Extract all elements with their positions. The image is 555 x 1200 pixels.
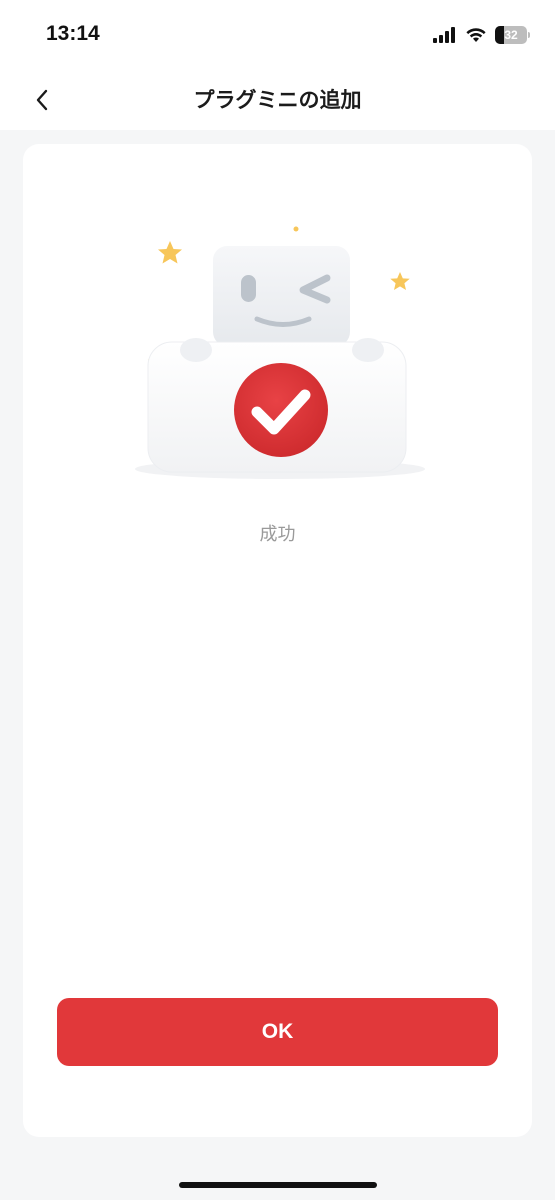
star-icon xyxy=(158,241,182,264)
page-title: プラグミニの追加 xyxy=(193,88,362,112)
status-bar: 13:14 32 xyxy=(0,0,555,70)
ok-button[interactable]: OK xyxy=(57,998,498,1066)
battery-icon: 32 xyxy=(495,26,530,44)
nav-bar: プラグミニの追加 xyxy=(0,70,555,130)
wifi-icon xyxy=(466,28,486,42)
battery-level: 32 xyxy=(504,28,518,42)
status-time: 13:14 xyxy=(46,22,100,45)
home-indicator[interactable] xyxy=(179,1182,377,1188)
status-icons: 32 xyxy=(433,24,530,46)
star-icon xyxy=(390,272,410,290)
signal-icon xyxy=(433,27,455,43)
robot-success-checkmark-icon xyxy=(135,226,425,479)
success-message: 成功 xyxy=(259,524,296,545)
result-card: 成功 OK xyxy=(23,144,532,1137)
